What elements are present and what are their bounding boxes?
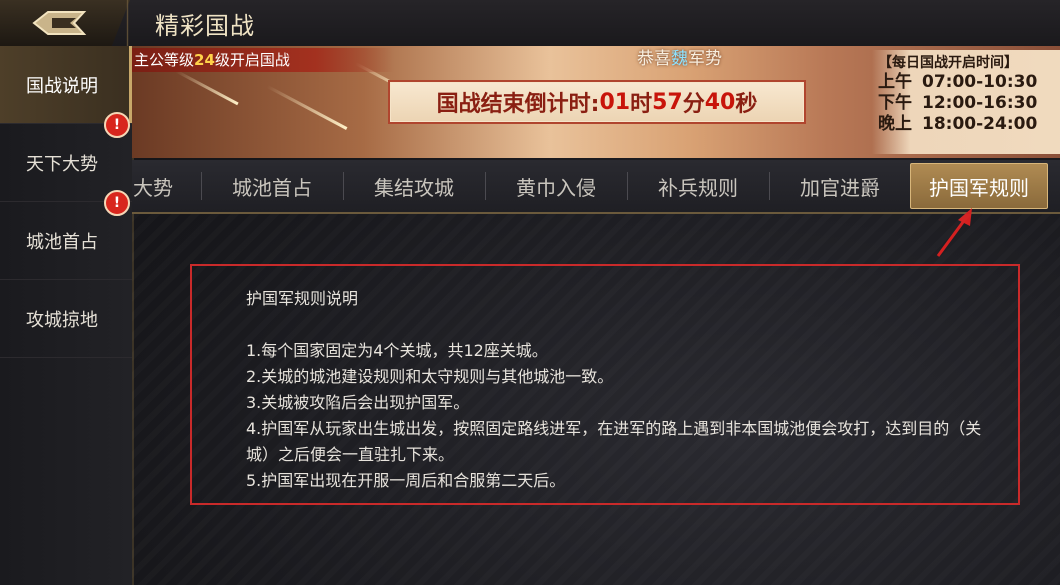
countdown-unit: 秒	[735, 92, 758, 117]
congrats-suffix: 军势	[688, 49, 722, 69]
level-text: 级开启国战	[214, 51, 290, 69]
countdown-label: 国战结束倒计时:	[436, 92, 600, 117]
schedule-time: 07:00-10:30	[922, 72, 1038, 92]
congrats-prefix: 恭喜	[637, 49, 671, 69]
sidebar-item-label: 城池首占	[26, 231, 98, 253]
app-window: 精彩国战 国战说明 ! 天下大势 ! 城池首占 攻城掠地 主公等级24级开启国战…	[0, 0, 1060, 585]
schedule-panel: 【每日国战开启时间】 上午 07:00-10:30 下午 12:00-16:30 晚…	[872, 50, 1060, 154]
alert-badge-icon: !	[104, 190, 130, 216]
rules-heading: 护国军规则说明	[246, 289, 359, 308]
sidebar-item-chengchi-shouzhan[interactable]: ! 城池首占	[0, 190, 132, 280]
tab-jijie-gongcheng[interactable]: 集结攻城	[344, 160, 484, 212]
schedule-title: 【每日国战开启时间】	[878, 55, 1018, 71]
countdown-hours: 01	[599, 89, 631, 115]
schedule-period: 晚上	[878, 114, 912, 134]
content-area: 护国军规则说明 1.每个国家固定为4个关城，共12座关城。 2.关城的城池建设规…	[132, 214, 1060, 585]
schedule-time: 12:00-16:30	[922, 93, 1038, 113]
rules-text: 护国军规则说明 1.每个国家固定为4个关城，共12座关城。 2.关城的城池建设规…	[246, 286, 986, 494]
countdown-unit: 时	[630, 92, 653, 117]
schedule-period: 下午	[878, 93, 912, 113]
schedule-time: 18:00-24:00	[922, 114, 1038, 134]
tab-bubing-guize[interactable]: 补兵规则	[628, 160, 768, 212]
schedule-period: 上午	[878, 72, 912, 92]
alert-badge-icon: !	[104, 112, 130, 138]
congrats-text: 恭喜魏军势	[637, 46, 722, 69]
tab-huangjin-ruqin[interactable]: 黄巾入侵	[486, 160, 626, 212]
countdown-timer: 国战结束倒计时: 01 时 57 分 40 秒	[388, 80, 806, 124]
back-arrow-icon	[32, 11, 87, 35]
schedule-row: 晚上 18:00-24:00	[878, 114, 1060, 135]
tab-chengchi-shouzhan[interactable]: 城池首占	[202, 160, 342, 212]
rules-line: 4.护国军从玩家出生城出发，按照固定路线进军，在进军的路上遇到非本国城池便会攻打…	[246, 419, 982, 464]
sidebar-item-label: 国战说明	[26, 75, 98, 97]
congrats-nation: 魏	[671, 49, 688, 69]
rules-line: 1.每个国家固定为4个关城，共12座关城。	[246, 341, 548, 360]
banner-decoration	[175, 69, 239, 106]
rules-line: 2.关城的城池建设规则和太守规则与其他城池一致。	[246, 367, 614, 386]
sidebar: 国战说明 ! 天下大势 ! 城池首占 攻城掠地	[0, 46, 134, 585]
tab-jiaguan-jinjue[interactable]: 加官进爵	[770, 160, 910, 212]
back-button[interactable]	[0, 0, 130, 46]
tab-bar: 大势 城池首占 集结攻城 黄巾入侵 补兵规则 加官进爵 护国军规则	[132, 160, 1060, 214]
countdown-unit: 分	[682, 92, 705, 117]
sidebar-item-gongcheng-luedi[interactable]: 攻城掠地	[0, 280, 132, 358]
level-text: 主公等级	[134, 51, 195, 69]
tab-huguojun-guize[interactable]: 护国军规则	[910, 163, 1048, 209]
title-bar: 精彩国战	[0, 0, 1060, 47]
level-value: 24	[194, 51, 215, 69]
tab-dashi[interactable]: 大势	[132, 160, 174, 212]
schedule-row: 上午 07:00-10:30	[878, 72, 1060, 93]
rules-highlight-box: 护国军规则说明 1.每个国家固定为4个关城，共12座关城。 2.关城的城池建设规…	[190, 264, 1020, 505]
schedule-row: 下午 12:00-16:30	[878, 93, 1060, 114]
rules-line: 5.护国军出现在开服一周后和合服第二天后。	[246, 471, 566, 490]
event-banner: 主公等级24级开启国战 恭喜魏军势 国战结束倒计时: 01 时 57 分 40 秒 【…	[132, 46, 1060, 158]
rules-line: 3.关城被攻陷后会出现护国军。	[246, 393, 470, 412]
countdown-minutes: 57	[652, 89, 683, 115]
sidebar-item-label: 攻城掠地	[26, 309, 98, 331]
level-requirement: 主公等级24级开启国战	[132, 48, 394, 72]
sidebar-item-label: 天下大势	[26, 153, 98, 175]
page-title: 精彩国战	[155, 12, 255, 40]
banner-decoration	[266, 85, 348, 130]
title-divider	[113, 0, 143, 46]
countdown-seconds: 40	[704, 89, 736, 115]
